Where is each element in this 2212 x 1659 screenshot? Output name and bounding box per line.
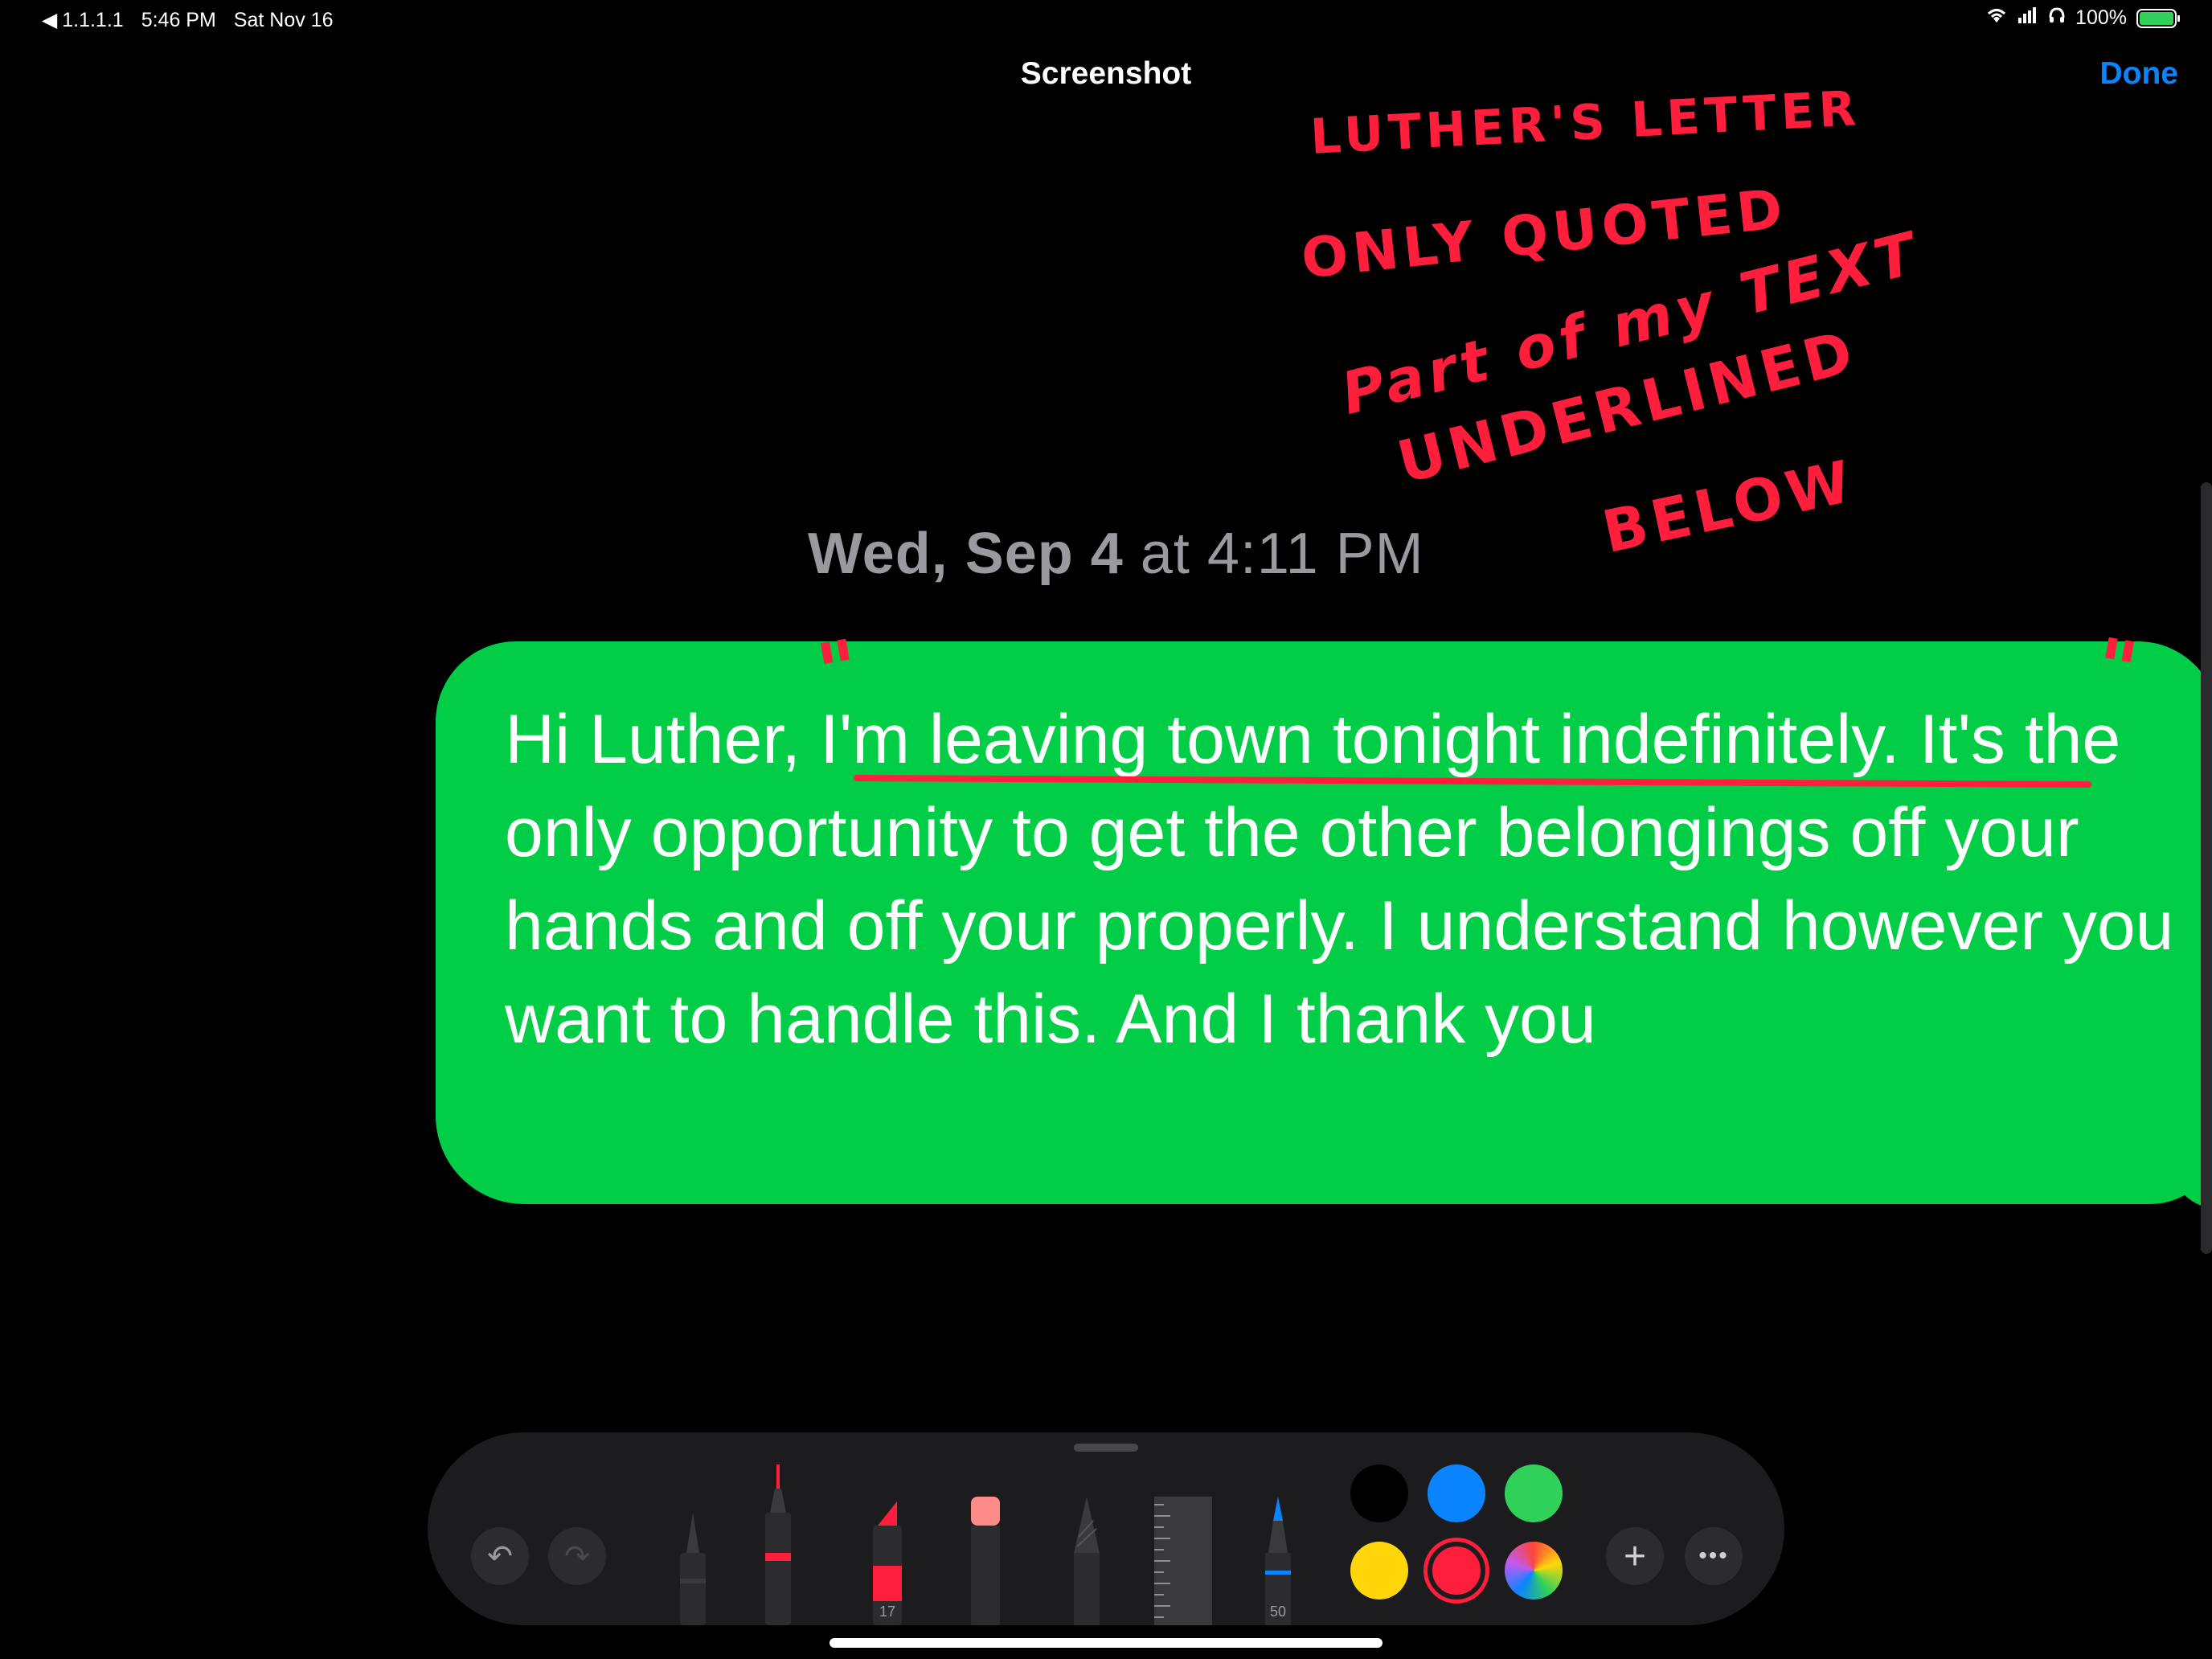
message-underlined-part: I'm leaving town tonight indefinitely	[820, 701, 1881, 778]
watercolor-size-label: 50	[1269, 1604, 1287, 1620]
back-arrow-icon: ◀	[42, 9, 58, 31]
pencil-icon	[1074, 1497, 1100, 1625]
markup-toolbar: ↶ ↷ 17 50 + •••	[428, 1432, 1784, 1625]
undo-icon: ↶	[487, 1539, 513, 1574]
message-part-1: Hi Luther,	[505, 701, 820, 778]
status-left: ◀ 1.1.1.1 5:46 PM Sat Nov 16	[42, 8, 333, 32]
back-to-app[interactable]: ◀ 1.1.1.1	[42, 8, 124, 32]
color-palette	[1350, 1458, 1563, 1616]
marker-size-label: 17	[879, 1604, 896, 1620]
timestamp-time: at 4:11 PM	[1140, 522, 1424, 586]
ruler-tool[interactable]	[1154, 1497, 1212, 1625]
done-button[interactable]: Done	[2100, 56, 2179, 92]
add-button[interactable]: +	[1606, 1527, 1664, 1585]
annotation-line-5: Below	[1596, 446, 1862, 567]
timestamp-day: Wed, Sep 4	[808, 522, 1124, 586]
monoline-icon	[765, 1464, 791, 1625]
pen-icon	[680, 1513, 706, 1625]
undo-button[interactable]: ↶	[471, 1527, 529, 1585]
eraser-icon	[971, 1497, 1000, 1625]
battery-fill	[2140, 11, 2173, 25]
annotation-line-1: Luther's Letter	[1309, 80, 1862, 166]
message-bubble[interactable]: Hi Luther, I'm leaving town tonight inde…	[436, 641, 2212, 1209]
eraser-tool[interactable]	[966, 1497, 1005, 1625]
headphones-icon	[2048, 6, 2066, 30]
home-indicator[interactable]	[830, 1638, 1382, 1648]
redo-button[interactable]: ↷	[548, 1527, 606, 1585]
more-options-button[interactable]: •••	[1685, 1527, 1743, 1585]
battery-icon	[2136, 8, 2180, 28]
signal-bars-icon	[2017, 6, 2038, 30]
monoline-tool[interactable]	[760, 1464, 796, 1625]
watercolor-tool[interactable]: 50	[1260, 1497, 1296, 1625]
color-swatch-yellow[interactable]	[1350, 1542, 1408, 1600]
pen-tool[interactable]	[675, 1505, 711, 1625]
redo-icon: ↷	[564, 1539, 590, 1574]
back-app-label: 1.1.1.1	[62, 8, 124, 31]
marker-tool[interactable]: 17	[868, 1497, 907, 1625]
toolbar-grabber[interactable]	[1074, 1444, 1138, 1452]
pencil-tool[interactable]	[1069, 1497, 1104, 1625]
status-right: 100%	[1985, 6, 2180, 30]
wifi-icon	[1985, 6, 2008, 30]
color-picker-multicolor[interactable]	[1505, 1542, 1563, 1600]
color-swatch-black[interactable]	[1350, 1464, 1408, 1522]
ellipsis-icon: •••	[1698, 1542, 1729, 1569]
color-swatch-green[interactable]	[1505, 1464, 1563, 1522]
scroll-indicator[interactable]	[2201, 482, 2212, 1254]
screen-title: Screenshot	[1020, 56, 1192, 91]
message-timestamp: Wed, Sep 4 at 4:11 PM	[808, 521, 1424, 587]
status-time: 5:46 PM	[141, 8, 216, 31]
plus-icon: +	[1623, 1534, 1647, 1578]
color-swatch-red-selected[interactable]	[1428, 1542, 1485, 1600]
color-swatch-blue[interactable]	[1428, 1464, 1485, 1522]
status-bar: ◀ 1.1.1.1 5:46 PM Sat Nov 16 100%	[0, 0, 2212, 40]
ruler-icon	[1154, 1497, 1212, 1625]
status-date: Sat Nov 16	[233, 8, 334, 31]
battery-percent: 100%	[2075, 6, 2127, 29]
message-text: Hi Luther, I'm leaving town tonight inde…	[505, 693, 2209, 1066]
